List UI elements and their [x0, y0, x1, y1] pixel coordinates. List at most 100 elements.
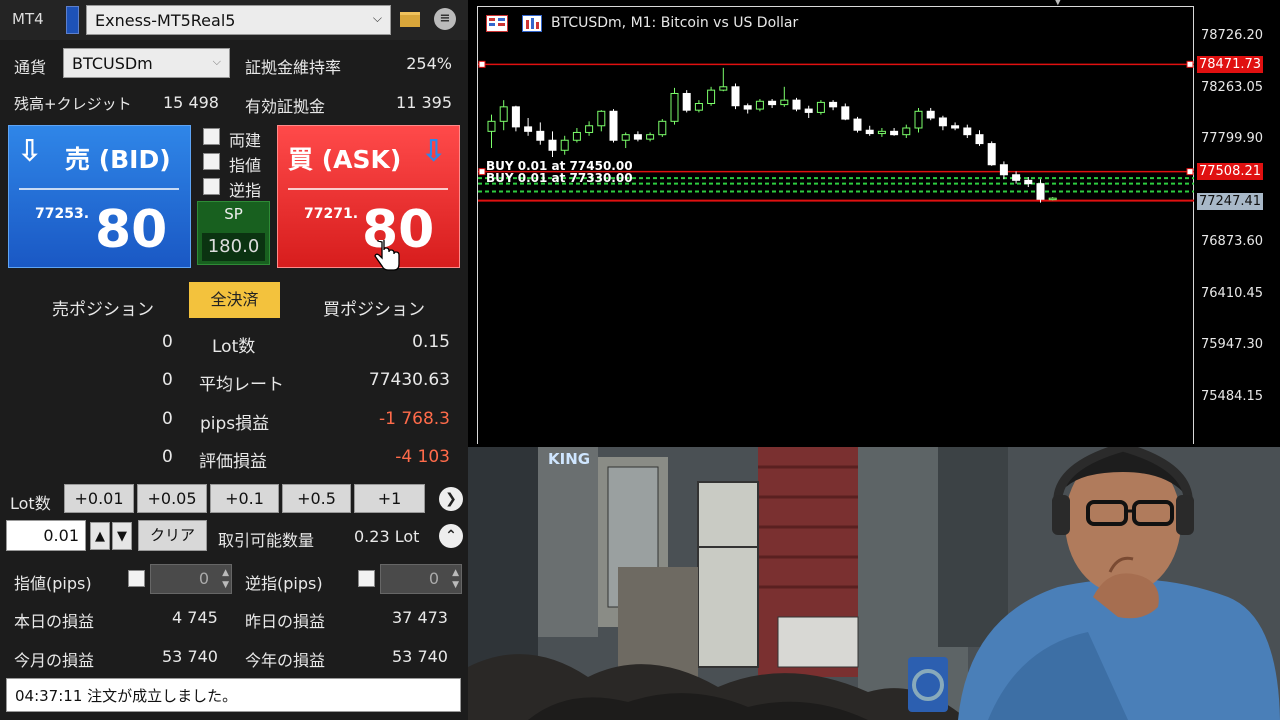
sell-2-value: 0: [162, 409, 173, 429]
candle-body: [902, 127, 911, 136]
both-label: 両建: [229, 131, 262, 150]
row-label: Lot数: [212, 337, 256, 357]
sell-button[interactable]: ⇩ 売 (BID) 77253. 80: [8, 125, 191, 268]
lot-add-button[interactable]: +0.5: [282, 484, 351, 513]
candle-body: [829, 101, 838, 108]
candle-body: [1012, 174, 1021, 181]
stop-pips-input[interactable]: 0 ▲ ▼: [380, 564, 462, 594]
hand-cursor-icon: [374, 240, 400, 271]
line-handle: [478, 168, 486, 176]
buy-0-value: 0.15: [412, 332, 450, 352]
candle-body: [914, 110, 923, 129]
sell-positions-label: 売ポジション: [52, 300, 154, 320]
candle-body: [780, 99, 789, 106]
spread-label: SP: [224, 205, 243, 223]
both-checkbox[interactable]: [203, 128, 220, 145]
buy-1-value: 77430.63: [368, 370, 450, 390]
limit-label: 指値: [229, 156, 262, 175]
candle-body: [755, 100, 764, 110]
limit-pips-input[interactable]: 0 ▲ ▼: [150, 564, 232, 594]
tradable-value: 0.23 Lot: [354, 527, 420, 546]
candle-body: [987, 143, 996, 166]
spread-value: 180.0: [202, 233, 265, 261]
candle-body: [682, 92, 691, 111]
row-label: 平均レート: [199, 375, 284, 395]
month-pl-value: 53 740: [162, 647, 218, 666]
candle-body: [487, 120, 496, 132]
candle-body: [963, 127, 972, 136]
candle-body: [572, 131, 581, 141]
month-pl-label: 今月の損益: [14, 651, 95, 670]
symbol-select[interactable]: BTCUSDm ⌵: [63, 48, 230, 78]
row-label: pips損益: [200, 414, 270, 434]
candle-body: [1036, 183, 1045, 200]
candle-body: [743, 105, 752, 110]
candle-body: [597, 110, 606, 127]
balance-label: 残高+クレジット: [14, 95, 132, 113]
spin-arrows-icon: ▲ ▼: [222, 568, 229, 590]
stop-pips-label: 逆指(pips): [245, 574, 323, 593]
currency-label: 通貨: [14, 58, 47, 77]
candle-body: [585, 125, 594, 133]
equity-label: 有効証拠金: [245, 97, 326, 116]
price-chart[interactable]: BTCUSDm, M1: Bitcoin vs US Dollar ▼ BUY …: [468, 0, 1280, 447]
candle-body: [1024, 179, 1033, 185]
year-pl-label: 今年の損益: [245, 651, 326, 670]
lot-add-button[interactable]: +1: [354, 484, 425, 513]
candle-body: [841, 106, 850, 120]
account-select[interactable]: Exness-MT5Real5 ⌵: [86, 5, 391, 35]
buy-button[interactable]: 買 (ASK) ⇩ 77271. 80: [277, 125, 460, 268]
clear-button[interactable]: クリア: [138, 520, 207, 551]
limit-checkbox[interactable]: [203, 153, 220, 170]
price-tick: 78726.20: [1201, 28, 1264, 43]
lot-up-icon[interactable]: ▲: [90, 522, 110, 550]
candle-body: [536, 130, 545, 141]
close-all-button[interactable]: 全決済: [189, 282, 280, 318]
lot-add-button[interactable]: +0.01: [64, 484, 134, 513]
limit-pips-checkbox[interactable]: [128, 570, 145, 587]
candle-body: [816, 101, 825, 113]
chevron-down-icon: ⌵: [212, 55, 221, 68]
yesterday-pl-label: 昨日の損益: [245, 612, 326, 631]
buy-label: 買 (ASK): [288, 145, 402, 174]
candle-body: [621, 134, 630, 141]
status-bar: 04:37:11 注文が成立しました。: [6, 678, 461, 712]
balance-value: 15 498: [163, 93, 219, 112]
margin-level-value: 254%: [406, 54, 452, 73]
stop-label: 逆指: [229, 181, 262, 200]
stop-pips-checkbox[interactable]: [358, 570, 375, 587]
candle-body: [804, 108, 813, 113]
lot-add-button[interactable]: +0.1: [210, 484, 279, 513]
arrow-down-icon: ⇩: [421, 134, 447, 169]
folder-icon[interactable]: [400, 12, 420, 27]
stop-pips-value: 0: [428, 569, 439, 588]
candle-body: [511, 106, 520, 128]
candle-body: [524, 126, 533, 132]
buy-positions-label: 買ポジション: [323, 300, 425, 320]
candle-body: [999, 164, 1008, 176]
chevron-up-icon[interactable]: ⌃: [439, 524, 463, 548]
candle-body: [731, 86, 740, 107]
price-tick: 76873.60: [1201, 234, 1264, 249]
lot-add-button[interactable]: +0.05: [137, 484, 207, 513]
today-pl-label: 本日の損益: [14, 612, 95, 631]
chevron-right-icon[interactable]: ❯: [439, 487, 463, 511]
candle-body: [694, 102, 703, 111]
line-handle: [1186, 168, 1194, 176]
price-tick: 77799.90: [1201, 131, 1264, 146]
buy-2-value: -1 768.3: [378, 409, 450, 429]
lot-input[interactable]: 0.01: [6, 520, 86, 551]
menu-icon[interactable]: ≡: [434, 8, 456, 30]
candle-body: [1048, 197, 1057, 201]
yesterday-pl-value: 37 473: [392, 608, 448, 627]
candle-body: [938, 117, 947, 127]
candle-body: [609, 110, 618, 141]
divider: [19, 188, 179, 190]
stop-checkbox[interactable]: [203, 178, 220, 195]
candle-body: [646, 134, 655, 140]
line-handle: [1186, 60, 1194, 68]
lot-down-icon[interactable]: ▼: [112, 522, 132, 550]
candle-body: [792, 99, 801, 110]
spread-box: SP 180.0: [197, 201, 270, 265]
order-label: BUY 0.01 at 77330.00: [486, 171, 633, 185]
